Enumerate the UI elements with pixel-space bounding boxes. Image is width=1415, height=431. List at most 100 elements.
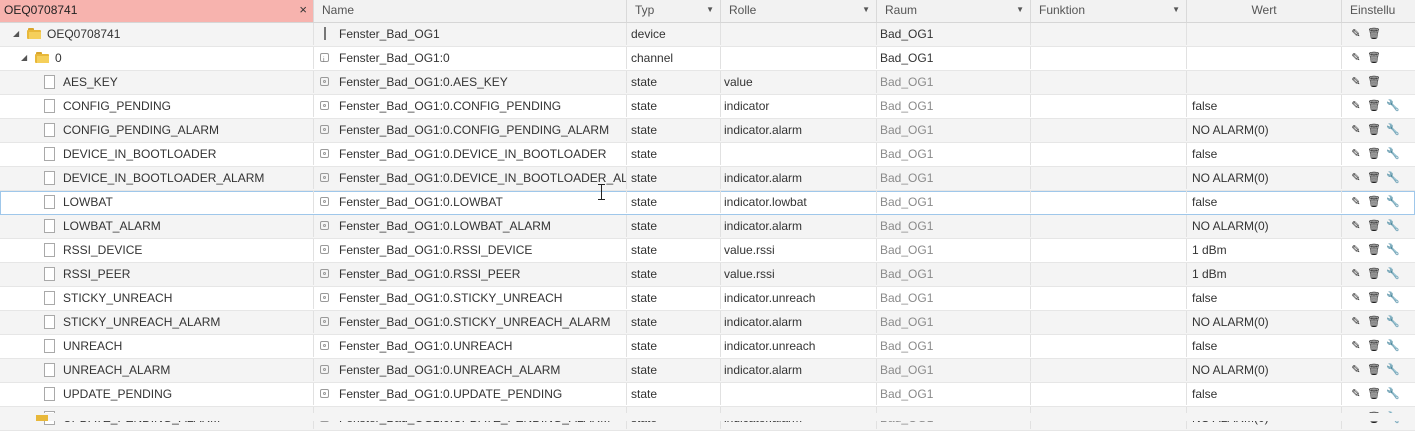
edit-icon[interactable]: ✎ xyxy=(1349,119,1363,141)
wrench-icon[interactable]: 🔧 xyxy=(1386,383,1400,405)
raum-cell[interactable]: Bad_OG1 xyxy=(877,239,1031,261)
raum-cell[interactable]: Bad_OG1 xyxy=(877,143,1031,165)
delete-icon[interactable]: 🗑 xyxy=(1367,95,1381,117)
funktion-cell[interactable] xyxy=(1031,335,1187,357)
funktion-cell[interactable] xyxy=(1031,23,1187,45)
column-header-rolle[interactable]: Rolle ▼ xyxy=(721,0,877,22)
tree-cell[interactable]: RSSI_DEVICE xyxy=(0,239,314,261)
tree-cell[interactable]: UNREACH_ALARM xyxy=(0,359,314,381)
tree-cell[interactable]: STICKY_UNREACH xyxy=(0,287,314,309)
table-row[interactable]: RSSI_PEER Fenster_Bad_OG1:0.RSSI_PEER stat… xyxy=(0,263,1415,287)
delete-icon[interactable]: 🗑 xyxy=(1367,335,1381,357)
table-row[interactable]: ◢0Fenster_Bad_OG1:0channelBad_OG1✎🗑 xyxy=(0,47,1415,71)
edit-icon[interactable]: ✎ xyxy=(1349,191,1363,213)
wert-cell[interactable]: false xyxy=(1187,191,1342,213)
table-row[interactable]: UNREACH_ALARM Fenster_Bad_OG1:0.UNREACH_A… xyxy=(0,359,1415,383)
rolle-cell[interactable]: indicator.alarm xyxy=(721,215,877,237)
funktion-cell[interactable] xyxy=(1031,191,1187,213)
wrench-icon[interactable]: 🔧 xyxy=(1386,311,1400,333)
edit-icon[interactable]: ✎ xyxy=(1349,23,1363,45)
rolle-cell[interactable]: indicator.lowbat xyxy=(721,191,877,213)
chevron-down-icon[interactable]: ▼ xyxy=(1172,0,1180,20)
table-row[interactable]: AES_KEY Fenster_Bad_OG1:0.AES_KEY state val… xyxy=(0,71,1415,95)
edit-icon[interactable]: ✎ xyxy=(1349,71,1363,93)
tree-cell[interactable]: DEVICE_IN_BOOTLOADER_ALARM xyxy=(0,167,314,189)
delete-icon[interactable]: 🗑 xyxy=(1367,191,1381,213)
wert-cell[interactable] xyxy=(1187,71,1342,93)
column-header-einstellungen[interactable]: Einstellu xyxy=(1342,0,1415,22)
rolle-cell[interactable]: indicator.alarm xyxy=(721,167,877,189)
rolle-cell[interactable]: indicator.unreach xyxy=(721,287,877,309)
wert-cell[interactable]: NO ALARM(0) xyxy=(1187,311,1342,333)
tree-cell[interactable]: CONFIG_PENDING xyxy=(0,95,314,117)
funktion-cell[interactable] xyxy=(1031,71,1187,93)
delete-icon[interactable]: 🗑 xyxy=(1367,215,1381,237)
raum-cell[interactable]: Bad_OG1 xyxy=(877,359,1031,381)
rolle-cell[interactable] xyxy=(721,47,877,69)
tree-cell[interactable]: UNREACH xyxy=(0,335,314,357)
delete-icon[interactable]: 🗑 xyxy=(1367,119,1381,141)
raum-cell[interactable]: Bad_OG1 xyxy=(877,119,1031,141)
edit-icon[interactable]: ✎ xyxy=(1349,143,1363,165)
funktion-cell[interactable] xyxy=(1031,47,1187,69)
raum-cell[interactable]: Bad_OG1 xyxy=(877,287,1031,309)
raum-cell[interactable]: Bad_OG1 xyxy=(877,383,1031,405)
raum-cell[interactable]: Bad_OG1 xyxy=(877,23,1031,45)
delete-icon[interactable]: 🗑 xyxy=(1367,143,1381,165)
delete-icon[interactable]: 🗑 xyxy=(1367,263,1381,285)
wrench-icon[interactable]: 🔧 xyxy=(1386,239,1400,261)
funktion-cell[interactable] xyxy=(1031,383,1187,405)
table-row[interactable]: STICKY_UNREACH_ALARM Fenster_Bad_OG1:0.ST… xyxy=(0,311,1415,335)
wert-cell[interactable] xyxy=(1187,23,1342,45)
rolle-cell[interactable]: value.rssi xyxy=(721,263,877,285)
chevron-down-icon[interactable]: ▼ xyxy=(706,0,714,20)
table-row[interactable]: RSSI_DEVICE Fenster_Bad_OG1:0.RSSI_DEVICE… xyxy=(0,239,1415,263)
rolle-cell[interactable] xyxy=(721,143,877,165)
edit-icon[interactable]: ✎ xyxy=(1349,287,1363,309)
delete-icon[interactable]: 🗑 xyxy=(1367,359,1381,381)
edit-icon[interactable]: ✎ xyxy=(1349,47,1363,69)
wrench-icon[interactable]: 🔧 xyxy=(1386,167,1400,189)
edit-icon[interactable]: ✎ xyxy=(1349,95,1363,117)
id-filter-input[interactable]: OEQ0708741 × xyxy=(0,0,314,22)
rolle-cell[interactable] xyxy=(721,383,877,405)
wrench-icon[interactable]: 🔧 xyxy=(1386,143,1400,165)
raum-cell[interactable]: Bad_OG1 xyxy=(877,95,1031,117)
delete-icon[interactable]: 🗑 xyxy=(1367,23,1381,45)
wert-cell[interactable]: 1 dBm xyxy=(1187,239,1342,261)
chevron-down-icon[interactable]: ▼ xyxy=(1016,0,1024,20)
rolle-cell[interactable]: indicator xyxy=(721,95,877,117)
wrench-icon[interactable]: 🔧 xyxy=(1386,359,1400,381)
rolle-cell[interactable]: indicator.alarm xyxy=(721,359,877,381)
column-header-funktion[interactable]: Funktion ▼ xyxy=(1031,0,1187,22)
delete-icon[interactable]: 🗑 xyxy=(1367,47,1381,69)
raum-cell[interactable]: Bad_OG1 xyxy=(877,47,1031,69)
column-header-typ[interactable]: Typ ▼ xyxy=(627,0,721,22)
raum-cell[interactable]: Bad_OG1 xyxy=(877,191,1031,213)
rolle-cell[interactable]: indicator.unreach xyxy=(721,335,877,357)
tree-cell[interactable]: LOWBAT xyxy=(0,191,314,213)
id-filter-value[interactable]: OEQ0708741 xyxy=(4,3,77,17)
wrench-icon[interactable]: 🔧 xyxy=(1386,95,1400,117)
funktion-cell[interactable] xyxy=(1031,239,1187,261)
funktion-cell[interactable] xyxy=(1031,215,1187,237)
delete-icon[interactable]: 🗑 xyxy=(1367,167,1381,189)
edit-icon[interactable]: ✎ xyxy=(1349,263,1363,285)
wert-cell[interactable]: false xyxy=(1187,95,1342,117)
wert-cell[interactable]: false xyxy=(1187,383,1342,405)
delete-icon[interactable]: 🗑 xyxy=(1367,383,1381,405)
table-row[interactable]: DEVICE_IN_BOOTLOADER Fenster_Bad_OG1:0.DE… xyxy=(0,143,1415,167)
edit-icon[interactable]: ✎ xyxy=(1349,383,1363,405)
tree-cell[interactable]: AES_KEY xyxy=(0,71,314,93)
wert-cell[interactable]: NO ALARM(0) xyxy=(1187,215,1342,237)
funktion-cell[interactable] xyxy=(1031,263,1187,285)
delete-icon[interactable]: 🗑 xyxy=(1367,239,1381,261)
funktion-cell[interactable] xyxy=(1031,95,1187,117)
rolle-cell[interactable]: indicator.alarm xyxy=(721,311,877,333)
tree-cell[interactable]: ◢ OEQ0708741 xyxy=(0,23,314,45)
tree-cell[interactable]: CONFIG_PENDING_ALARM xyxy=(0,119,314,141)
raum-cell[interactable]: Bad_OG1 xyxy=(877,263,1031,285)
wrench-icon[interactable]: 🔧 xyxy=(1386,335,1400,357)
wert-cell[interactable]: NO ALARM(0) xyxy=(1187,119,1342,141)
tree-cell[interactable]: UPDATE_PENDING xyxy=(0,383,314,405)
